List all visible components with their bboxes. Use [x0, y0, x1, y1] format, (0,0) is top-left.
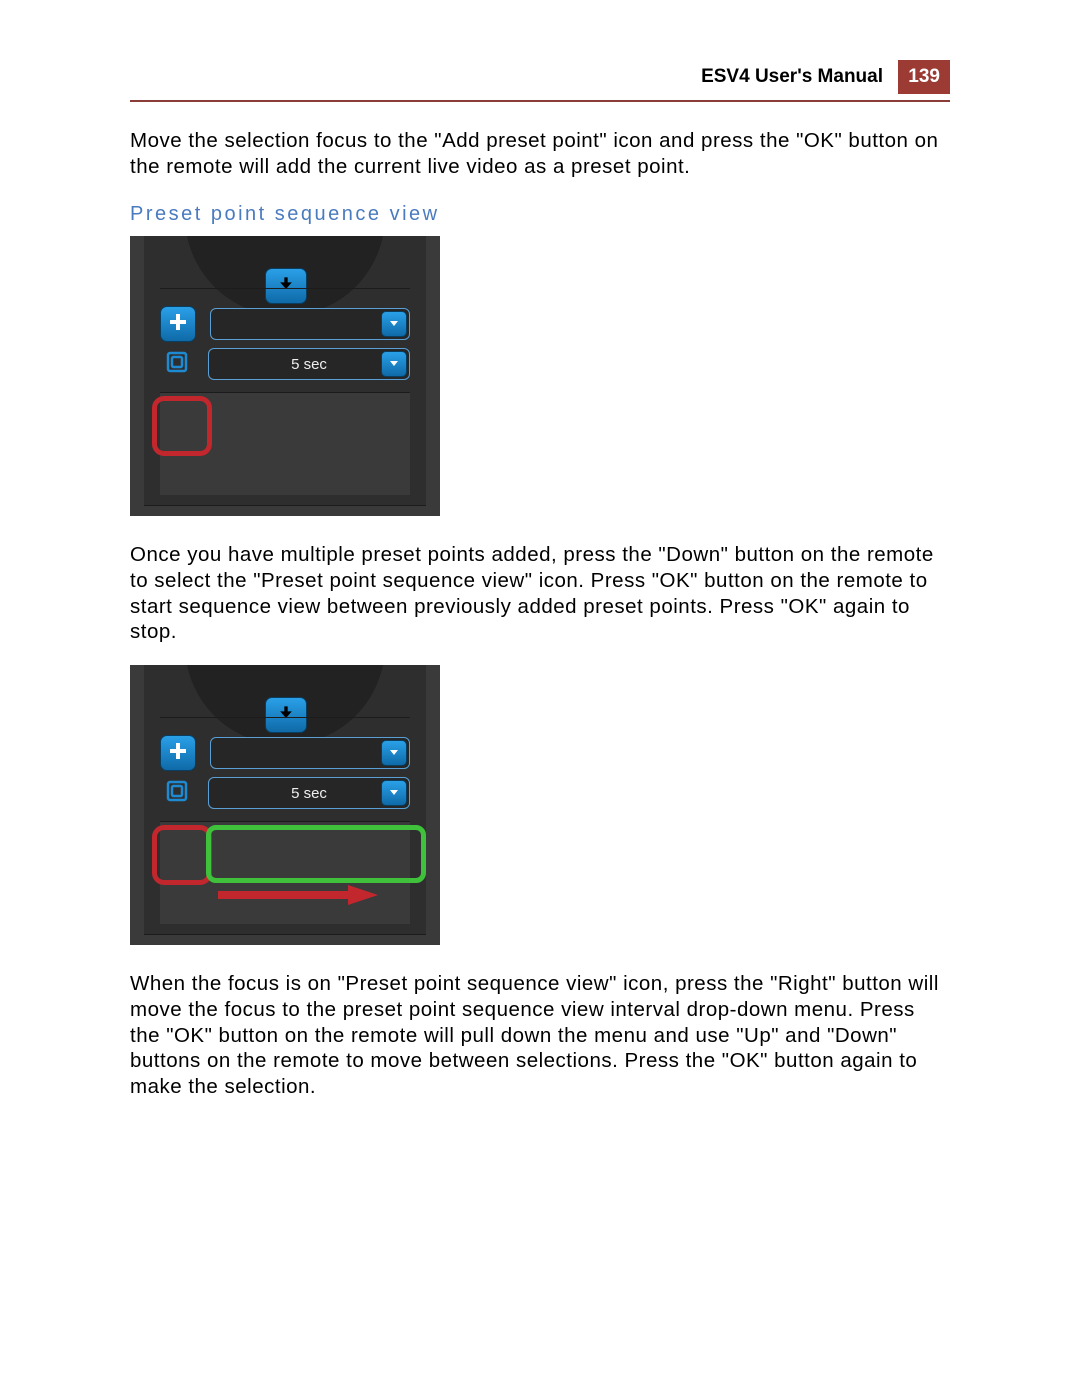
plus-icon — [166, 739, 190, 768]
chevron-down-icon — [388, 316, 400, 333]
interval-select[interactable]: 5 sec — [208, 777, 410, 809]
chevron-down-icon — [388, 356, 400, 373]
interval-select-toggle[interactable] — [381, 351, 407, 377]
panel-footer — [160, 392, 410, 495]
preset-row — [160, 288, 410, 349]
sequence-view-button[interactable] — [160, 347, 194, 381]
preset-select[interactable] — [210, 308, 410, 340]
page-header: ESV4 User's Manual 139 — [130, 60, 950, 102]
preset-select-toggle[interactable] — [381, 311, 407, 337]
chevron-down-icon — [388, 785, 400, 802]
interval-select-value: 5 sec — [291, 356, 327, 373]
interval-select-value: 5 sec — [291, 785, 327, 802]
page-number: 139 — [898, 60, 950, 94]
sequence-view-icon — [165, 350, 189, 379]
document-page: ESV4 User's Manual 139 Move the selectio… — [0, 0, 1080, 1397]
paragraph-3: When the focus is on "Preset point seque… — [130, 971, 950, 1099]
preset-select[interactable] — [210, 737, 410, 769]
ui-screenshot-1: 5 sec — [130, 236, 440, 516]
sequence-row: 5 sec — [160, 344, 410, 384]
ptz-panel: 5 sec — [144, 236, 426, 506]
section-heading: Preset point sequence view — [130, 203, 950, 226]
interval-select[interactable]: 5 sec — [208, 348, 410, 380]
sequence-view-button[interactable] — [160, 776, 194, 810]
panel-footer — [160, 821, 410, 924]
preset-row — [160, 717, 410, 778]
ui-screenshot-2: 5 sec — [130, 665, 440, 945]
sequence-view-icon — [165, 779, 189, 808]
paragraph-2: Once you have multiple preset points add… — [130, 542, 950, 645]
paragraph-1: Move the selection focus to the "Add pre… — [130, 128, 950, 179]
manual-title: ESV4 User's Manual — [695, 62, 889, 92]
plus-icon — [166, 310, 190, 339]
chevron-down-icon — [388, 745, 400, 762]
ptz-panel: 5 sec — [144, 665, 426, 935]
preset-select-toggle[interactable] — [381, 740, 407, 766]
add-preset-button[interactable] — [160, 306, 196, 342]
add-preset-button[interactable] — [160, 735, 196, 771]
interval-select-toggle[interactable] — [381, 780, 407, 806]
sequence-row: 5 sec — [160, 773, 410, 813]
